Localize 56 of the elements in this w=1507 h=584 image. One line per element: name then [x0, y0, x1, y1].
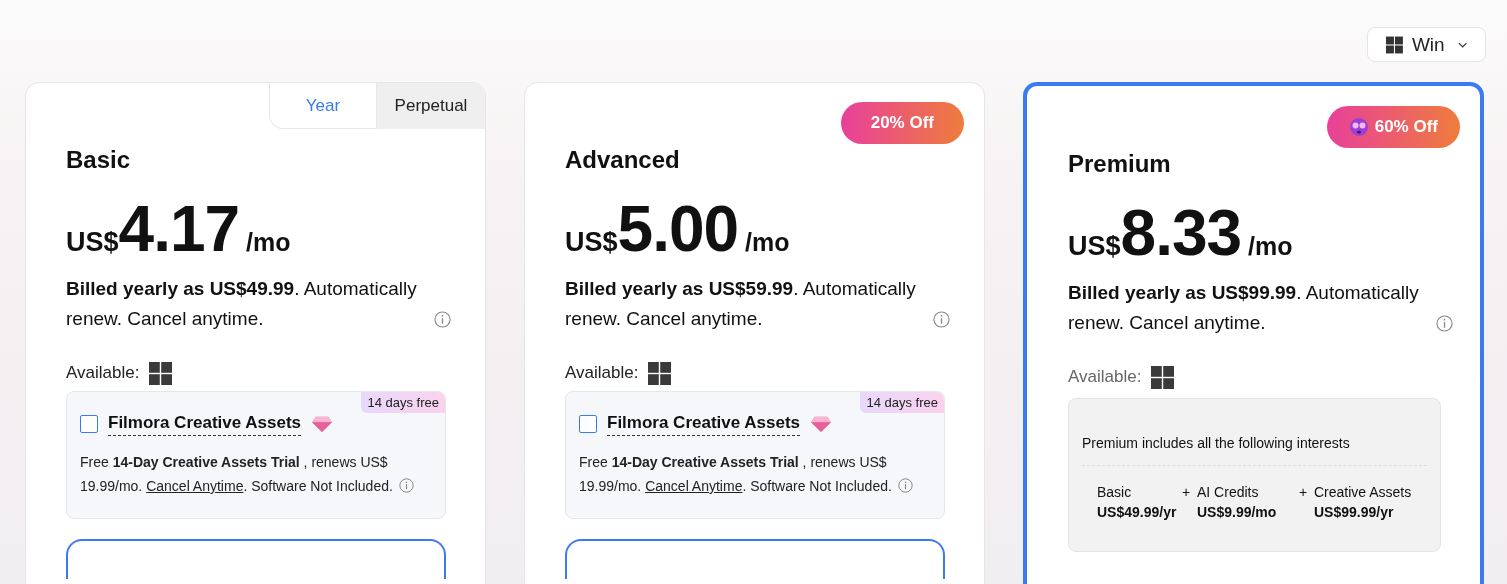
plan-name: Basic	[66, 146, 132, 174]
included-item-name: AI Credits	[1197, 484, 1260, 500]
plus-sign: +	[1182, 484, 1189, 502]
checkbox[interactable]	[579, 415, 597, 433]
plus-sign: +	[1299, 484, 1306, 502]
plan-card[interactable]	[1023, 82, 1484, 584]
included-item-price: US$49.99/yr	[1097, 504, 1177, 520]
price: 4.17	[118, 194, 240, 264]
price-unit: /mo	[1248, 232, 1293, 261]
price: 5.00	[617, 194, 739, 264]
discount-badge: 60% Off	[1326, 106, 1460, 148]
currency: US$	[66, 227, 119, 258]
available-label: Available:	[1068, 367, 1142, 387]
plan-name: Premium	[1068, 150, 1172, 178]
included-item-price: US$9.99/mo	[1197, 504, 1277, 520]
info-icon[interactable]	[933, 311, 950, 328]
buy-button[interactable]	[66, 539, 446, 579]
price: 8.33	[1120, 198, 1242, 268]
available-label: Available:	[66, 363, 140, 383]
info-icon[interactable]	[398, 478, 414, 493]
billing-tab[interactable]: Year	[269, 83, 377, 129]
trial-tag: 14 days free	[860, 392, 944, 413]
buy-button[interactable]	[565, 539, 945, 579]
billing-text: Billed yearly as US$59.99. Automatically renew. Cancel anytime.	[565, 277, 917, 331]
billing-text: Billed yearly as US$49.99. Automatically renew. Cancel anytime.	[66, 277, 418, 331]
caret-icon	[1457, 41, 1467, 48]
info-icon[interactable]	[1436, 315, 1453, 332]
info-icon[interactable]	[897, 478, 913, 493]
windows-icon	[1386, 35, 1403, 54]
gem-icon	[311, 415, 334, 433]
emoji-icon	[1348, 117, 1369, 137]
discount-badge: 20% Off	[840, 102, 964, 144]
billing-text: Billed yearly as US$99.99. Automatically renew. Cancel anytime.	[1068, 281, 1420, 335]
price-unit: /mo	[745, 228, 790, 257]
available-label: Available:	[565, 363, 639, 383]
info-icon[interactable]	[434, 311, 451, 328]
plan-name: Advanced	[565, 146, 681, 174]
gem-icon	[810, 415, 833, 433]
platform-dropdown[interactable]: Win	[1367, 27, 1486, 62]
included-item-name: Basic	[1097, 484, 1133, 500]
addon-description: Free 14-Day Creative Assets Trial , renews US$ 19.99/mo. Cancel Anytime. Software Not Included.	[80, 450, 431, 498]
addon-description: Free 14-Day Creative Assets Trial , renews US$ 19.99/mo. Cancel Anytime. Software Not Included.	[579, 450, 930, 498]
included-item-name: Creative Assets	[1314, 484, 1412, 500]
includes-heading: Premium includes all the following interests	[1082, 435, 1427, 466]
trial-tag: 14 days free	[361, 392, 445, 413]
addon-title: Filmora Creative Assets	[607, 412, 801, 436]
price-unit: /mo	[246, 228, 291, 257]
windows-icon	[1151, 365, 1175, 389]
checkbox[interactable]	[80, 415, 98, 433]
windows-icon	[149, 361, 173, 385]
addon-title: Filmora Creative Assets	[108, 412, 302, 436]
windows-icon	[648, 361, 672, 385]
currency: US$	[565, 227, 618, 258]
currency: US$	[1068, 231, 1121, 262]
billing-tab[interactable]: Perpetual	[377, 83, 485, 129]
included-item-price: US$99.99/yr	[1314, 504, 1395, 520]
